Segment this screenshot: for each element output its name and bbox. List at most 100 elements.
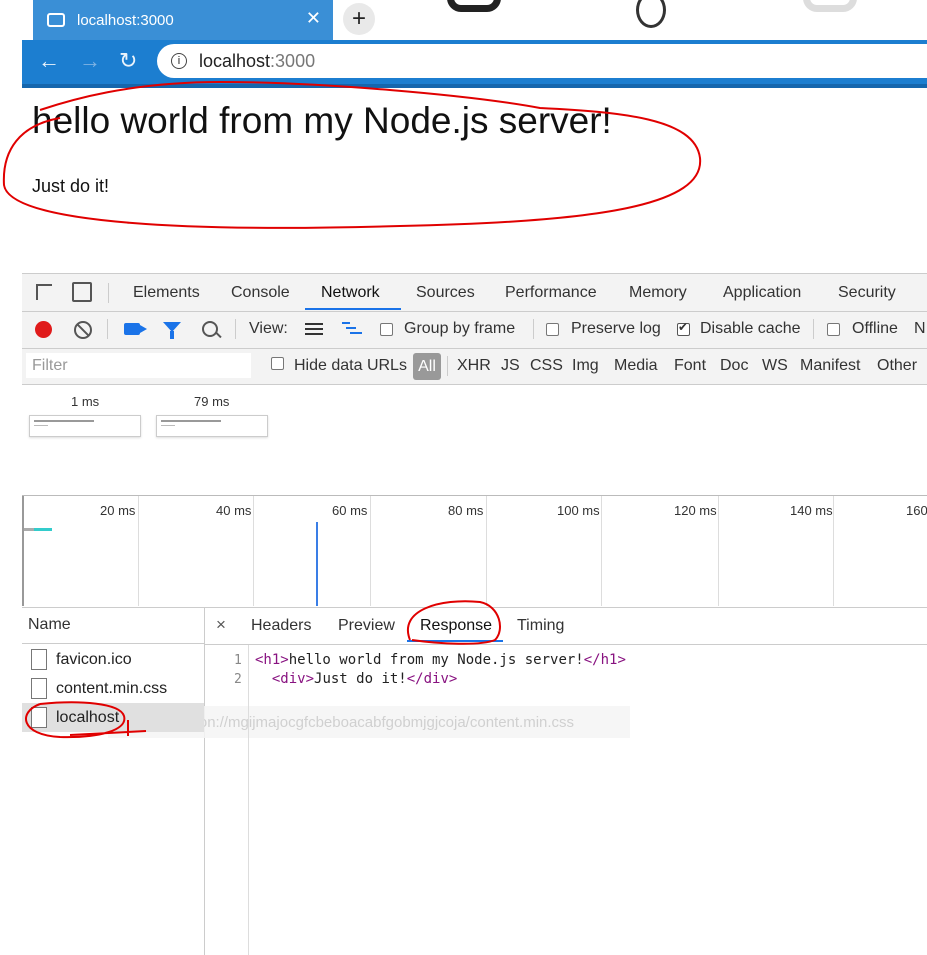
timeline-label: 80 ms <box>448 503 484 518</box>
tab-response[interactable]: Response <box>420 617 492 635</box>
tab-close-icon[interactable]: ✕ <box>306 8 321 29</box>
type-filter-media[interactable]: Media <box>614 357 658 375</box>
forward-arrow-icon[interactable]: → <box>79 48 101 74</box>
tab-console[interactable]: Console <box>231 284 290 302</box>
divider <box>235 319 236 339</box>
browser-tab[interactable]: localhost:3000 ✕ <box>33 0 333 40</box>
type-filter-img[interactable]: Img <box>572 357 599 375</box>
type-filter-css[interactable]: CSS <box>530 357 563 375</box>
type-filter-js[interactable]: JS <box>501 357 520 375</box>
tab-memory[interactable]: Memory <box>629 284 687 302</box>
offline-checkbox[interactable] <box>827 323 840 336</box>
page-favicon-icon <box>47 13 65 27</box>
pane-divider[interactable] <box>204 607 205 955</box>
type-filter-font[interactable]: Font <box>674 357 706 375</box>
screenshot-time: 79 ms <box>194 394 230 409</box>
record-icon[interactable] <box>35 321 52 338</box>
code-token: hello world from my Node.js server! <box>288 652 584 668</box>
timeline-label: 40 ms <box>216 503 252 518</box>
device-toolbar-icon[interactable] <box>72 282 92 302</box>
type-filter-doc[interactable]: Doc <box>720 357 748 375</box>
reload-icon[interactable]: ↻ <box>119 48 137 74</box>
waterfall-view-icon[interactable] <box>342 322 362 336</box>
request-row[interactable]: content.min.css <box>22 674 204 703</box>
tab-application[interactable]: Application <box>723 284 801 302</box>
preserve-log-label: Preserve log <box>571 320 661 337</box>
page-heading: hello world from my Node.js server! <box>32 100 612 141</box>
code-token: <h1> <box>255 652 289 668</box>
throttling-overflow[interactable]: N <box>914 320 926 338</box>
tab-headers[interactable]: Headers <box>251 617 311 635</box>
tab-sources[interactable]: Sources <box>416 284 475 302</box>
new-tab-button[interactable]: + <box>343 3 375 35</box>
type-filter-manifest[interactable]: Manifest <box>800 357 860 375</box>
request-row-selected[interactable]: localhost <box>22 703 204 732</box>
name-column-header[interactable]: Name <box>22 607 205 644</box>
response-line-2: <div>Just do it!</div> <box>255 671 457 687</box>
file-icon <box>31 707 47 728</box>
clear-icon[interactable] <box>74 321 92 339</box>
screenshot-time: 1 ms <box>71 394 100 409</box>
type-filter-other[interactable]: Other <box>877 357 917 375</box>
view-label: View: <box>249 320 288 337</box>
timeline-label: 120 ms <box>674 503 717 518</box>
active-tab-indicator <box>305 308 401 310</box>
preserve-log-checkbox[interactable] <box>546 323 559 336</box>
divider <box>533 319 534 339</box>
screenshot-thumbnail[interactable] <box>29 415 141 437</box>
site-info-icon[interactable]: i <box>171 53 187 69</box>
code-token: Just do it! <box>314 671 407 687</box>
file-icon <box>31 649 47 670</box>
inspect-element-icon[interactable] <box>36 284 52 300</box>
tab-security[interactable]: Security <box>838 284 896 302</box>
address-bar[interactable]: i localhost:3000 <box>157 44 927 78</box>
timeline-gridline <box>718 496 719 606</box>
tab-timing[interactable]: Timing <box>517 617 564 635</box>
close-detail-icon[interactable]: × <box>216 615 226 635</box>
divider <box>107 319 108 339</box>
tab-preview[interactable]: Preview <box>338 617 395 635</box>
load-event-line <box>316 522 318 606</box>
timeline-label: 160 <box>906 503 927 518</box>
hide-data-urls-checkbox[interactable] <box>271 357 284 370</box>
disable-cache-checkbox[interactable] <box>677 320 690 336</box>
detail-tabbar <box>205 607 927 645</box>
tab-network[interactable]: Network <box>321 284 380 302</box>
hide-data-urls-label: Hide data URLs <box>294 357 407 374</box>
background-decoration-icon <box>803 0 857 12</box>
url-host: localhost <box>199 50 271 71</box>
tab-title: localhost:3000 <box>77 11 174 29</box>
tab-elements[interactable]: Elements <box>133 284 200 302</box>
line-number: 2 <box>234 672 242 687</box>
response-line-1: <h1>hello world from my Node.js server!<… <box>255 652 626 668</box>
timeline-gridline <box>486 496 487 606</box>
screenshot-thumbnail[interactable] <box>156 415 268 437</box>
capture-screenshots-icon[interactable] <box>124 323 147 335</box>
timeline-gridline <box>833 496 834 606</box>
timeline-gridline <box>138 496 139 606</box>
divider <box>813 319 814 339</box>
filter-input[interactable]: Filter <box>26 353 251 378</box>
list-view-icon[interactable] <box>305 323 323 335</box>
group-by-frame-checkbox[interactable] <box>380 323 393 336</box>
search-icon[interactable] <box>202 321 218 337</box>
timeline-gridline <box>370 496 371 606</box>
file-icon <box>31 678 47 699</box>
request-name: localhost <box>56 708 120 726</box>
divider <box>108 283 109 303</box>
type-filter-xhr[interactable]: XHR <box>457 357 491 375</box>
timeline-gridline <box>253 496 254 606</box>
type-filter-all[interactable]: All <box>413 353 441 380</box>
url-port: :3000 <box>270 50 316 71</box>
back-arrow-icon[interactable]: ← <box>38 48 60 74</box>
filter-icon[interactable] <box>163 322 181 339</box>
divider <box>447 356 448 376</box>
request-name: content.min.css <box>56 679 168 697</box>
tab-performance[interactable]: Performance <box>505 284 597 302</box>
type-filter-ws[interactable]: WS <box>762 357 788 375</box>
request-row[interactable]: favicon.ico <box>22 645 204 674</box>
timeline-request-bar <box>24 528 34 531</box>
timeline-label: 140 ms <box>790 503 833 518</box>
background-decoration-icon <box>447 0 501 12</box>
line-number: 1 <box>234 653 242 668</box>
